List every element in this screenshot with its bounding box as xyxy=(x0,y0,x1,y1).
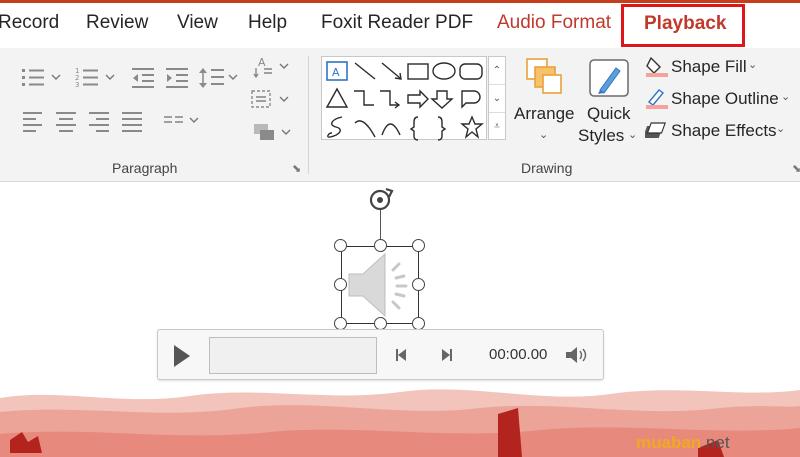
rotate-handle-icon[interactable] xyxy=(364,181,398,215)
audio-player: 00:00.00 xyxy=(157,329,604,380)
drawing-dialog-launcher-icon[interactable]: ⬊ xyxy=(792,162,800,175)
quick-styles-icon[interactable] xyxy=(586,56,632,100)
playback-time: 00:00.00 xyxy=(489,346,548,363)
resize-handle-right[interactable] xyxy=(412,278,425,291)
paragraph-dialog-launcher-icon[interactable]: ⬊ xyxy=(292,162,301,175)
playback-progress-bar[interactable] xyxy=(209,337,377,374)
shape-effects-button[interactable]: Shape Effects xyxy=(671,121,777,141)
quick-styles-chevron-down-icon[interactable]: ⌄ xyxy=(628,128,637,141)
move-back-icon[interactable] xyxy=(395,348,409,362)
watermark-brand: muaban xyxy=(636,433,702,452)
volume-icon[interactable] xyxy=(565,345,589,365)
tab-foxit-reader-pdf[interactable]: Foxit Reader PDF xyxy=(321,12,473,34)
arrange-icon[interactable] xyxy=(524,56,564,98)
svg-text:3: 3 xyxy=(75,81,79,88)
shape-fill-icon[interactable] xyxy=(645,54,669,78)
resize-handle-top-right[interactable] xyxy=(412,239,425,252)
shape-effects-chevron-down-icon[interactable]: ⌄ xyxy=(776,122,785,135)
resize-handle-top[interactable] xyxy=(374,239,387,252)
align-right-icon[interactable] xyxy=(88,110,110,132)
title-accent-line xyxy=(0,0,800,3)
gallery-down-icon[interactable]: ⌄ xyxy=(489,85,505,113)
ribbon-tab-bar: Record Review View Help Foxit Reader PDF… xyxy=(0,0,800,48)
watermark-tld: .net xyxy=(701,433,730,452)
shape-fill-button[interactable]: Shape Fill xyxy=(671,57,747,77)
shapes-gallery-scroll[interactable]: ⌃ ⌄ ⩡ xyxy=(488,56,506,140)
resize-handle-top-left[interactable] xyxy=(334,239,347,252)
justify-icon[interactable] xyxy=(121,110,143,132)
quick-styles-label-2[interactable]: Styles xyxy=(578,126,624,146)
convert-to-smartart-icon[interactable] xyxy=(250,120,296,144)
align-text-icon[interactable] xyxy=(250,88,292,110)
watermark-logo: muaban.net xyxy=(636,433,730,453)
tab-record[interactable]: Record xyxy=(0,12,59,34)
tab-review[interactable]: Review xyxy=(86,12,148,34)
arrange-button[interactable]: Arrange xyxy=(514,104,574,124)
decrease-indent-icon[interactable] xyxy=(130,66,156,88)
shape-outline-chevron-down-icon[interactable]: ⌄ xyxy=(781,90,790,103)
play-icon[interactable] xyxy=(172,344,192,368)
bullets-icon[interactable] xyxy=(20,66,66,88)
shape-effects-icon[interactable] xyxy=(645,118,669,142)
shape-fill-chevron-down-icon[interactable]: ⌄ xyxy=(748,58,757,71)
shape-outline-button[interactable]: Shape Outline xyxy=(671,89,779,109)
tab-view[interactable]: View xyxy=(177,12,218,34)
shape-outline-icon[interactable] xyxy=(645,86,669,110)
columns-icon[interactable] xyxy=(162,112,204,132)
tab-playback[interactable]: Playback xyxy=(644,13,726,35)
drawing-group-label: Drawing xyxy=(521,160,573,176)
speaker-icon[interactable] xyxy=(343,248,417,322)
resize-handle-left[interactable] xyxy=(334,278,347,291)
tab-audio-format[interactable]: Audio Format xyxy=(497,12,611,34)
tab-help[interactable]: Help xyxy=(248,12,287,34)
paragraph-group-label: Paragraph xyxy=(112,160,178,176)
arrange-chevron-down-icon[interactable]: ⌄ xyxy=(539,128,548,141)
gallery-up-icon[interactable]: ⌃ xyxy=(489,57,505,85)
align-left-icon[interactable] xyxy=(22,110,44,132)
text-direction-icon[interactable]: A xyxy=(252,54,292,80)
svg-text:A: A xyxy=(258,56,266,69)
line-spacing-icon[interactable] xyxy=(198,66,240,88)
numbering-icon[interactable]: 123 xyxy=(74,66,120,88)
align-center-icon[interactable] xyxy=(55,110,77,132)
svg-text:A: A xyxy=(332,66,340,79)
shapes-gallery[interactable]: A xyxy=(321,56,487,141)
quick-styles-label-1[interactable]: Quick xyxy=(587,104,630,124)
group-separator xyxy=(308,56,309,174)
ribbon: 123 A Paragraph ⬊ A ⌃ ⌄ ⩡ Arrange ⌄ Quic… xyxy=(0,48,800,182)
move-forward-icon[interactable] xyxy=(439,348,453,362)
increase-indent-icon[interactable] xyxy=(164,66,190,88)
gallery-more-icon[interactable]: ⩡ xyxy=(489,113,505,141)
shapes-gallery-icons: A xyxy=(325,61,484,141)
